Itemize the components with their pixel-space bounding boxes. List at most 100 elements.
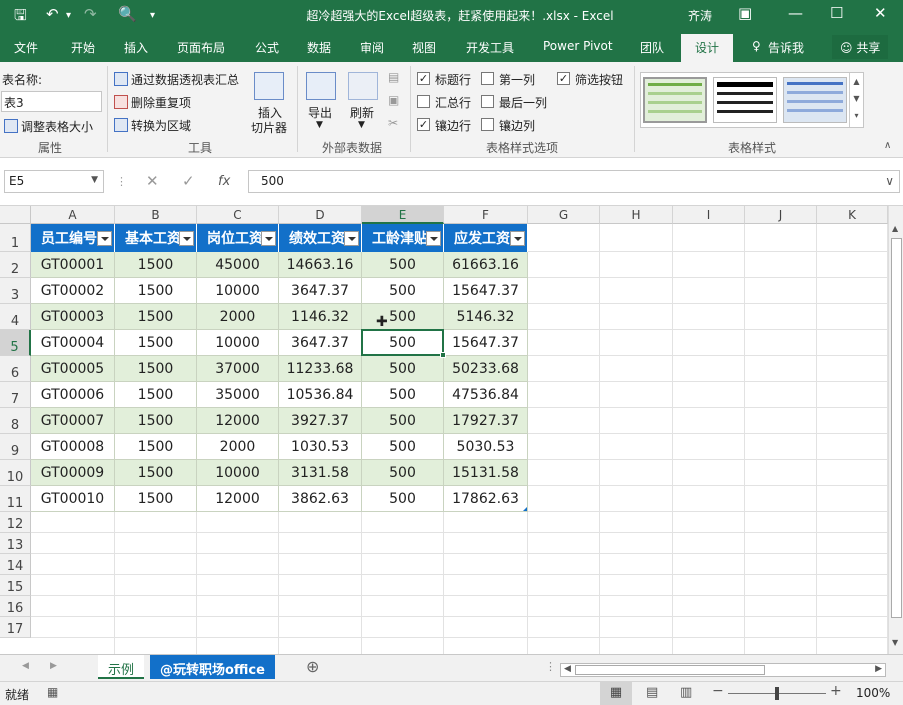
save-icon[interactable]: 🖫 bbox=[14, 5, 27, 30]
zoom-in-icon[interactable]: + bbox=[830, 683, 842, 699]
print-preview-icon[interactable]: 🔍 bbox=[118, 5, 137, 23]
table-header-cell[interactable]: 工龄津贴 bbox=[362, 224, 444, 252]
style-black[interactable] bbox=[713, 77, 777, 123]
fill-handle[interactable] bbox=[440, 352, 446, 358]
scroll-left-icon[interactable]: ◀ bbox=[564, 664, 571, 674]
table-cell[interactable]: 15647.37 bbox=[444, 330, 528, 356]
sheet-tab-example[interactable]: 示例 bbox=[98, 655, 145, 679]
tab-design[interactable]: 设计 bbox=[681, 34, 734, 62]
table-cell[interactable]: 15647.37 bbox=[444, 278, 528, 304]
customize-toolbar-icon[interactable]: ▾ bbox=[150, 10, 155, 21]
collapse-ribbon-icon[interactable]: ∧ bbox=[884, 140, 891, 151]
table-cell[interactable]: 1500 bbox=[115, 408, 197, 434]
filter-dropdown-icon[interactable] bbox=[510, 231, 525, 246]
table-cell[interactable]: GT00004 bbox=[31, 330, 115, 356]
filter-dropdown-icon[interactable] bbox=[97, 231, 112, 246]
table-cell[interactable]: 1146.32 bbox=[279, 304, 362, 330]
tab-view[interactable]: 视图 bbox=[412, 39, 436, 56]
table-cell[interactable]: 5030.53 bbox=[444, 434, 528, 460]
table-cell[interactable]: GT00007 bbox=[31, 408, 115, 434]
horizontal-scroll-thumb[interactable] bbox=[575, 665, 765, 675]
page-layout-view-icon[interactable]: ▤ bbox=[646, 685, 658, 700]
table-cell[interactable]: 1500 bbox=[115, 330, 197, 356]
filter-dropdown-icon[interactable] bbox=[179, 231, 194, 246]
table-cell[interactable]: GT00005 bbox=[31, 356, 115, 382]
row-header-9[interactable]: 9 bbox=[0, 434, 31, 460]
insert-slicer-label-2[interactable]: 切片器 bbox=[251, 119, 287, 136]
zoom-slider-thumb[interactable] bbox=[775, 687, 779, 700]
refresh-button[interactable]: 刷新 bbox=[350, 104, 374, 121]
tab-power-pivot[interactable]: Power Pivot bbox=[543, 39, 613, 53]
row-header-17[interactable]: 17 bbox=[0, 617, 31, 638]
row-header-8[interactable]: 8 bbox=[0, 408, 31, 434]
tab-review[interactable]: 审阅 bbox=[360, 39, 384, 56]
table-cell[interactable]: 500 bbox=[362, 356, 444, 382]
gallery-scroll[interactable]: ▲ ▼ ▾ bbox=[849, 73, 863, 127]
row-header-15[interactable]: 15 bbox=[0, 575, 31, 596]
first-column-checkbox[interactable] bbox=[481, 72, 494, 85]
table-resize-handle[interactable] bbox=[523, 507, 527, 511]
table-cell[interactable]: GT00003 bbox=[31, 304, 115, 330]
page-break-view-icon[interactable]: ▥ bbox=[680, 685, 692, 700]
horizontal-scrollbar[interactable]: ◀ ▶ bbox=[560, 663, 886, 677]
tab-split-icon[interactable]: ⋮ bbox=[545, 660, 556, 673]
table-cell[interactable]: 45000 bbox=[197, 252, 279, 278]
zoom-level[interactable]: 100% bbox=[856, 686, 890, 700]
table-cell[interactable]: 3927.37 bbox=[279, 408, 362, 434]
table-cell[interactable]: GT00001 bbox=[31, 252, 115, 278]
table-cell[interactable]: 12000 bbox=[197, 486, 279, 512]
table-header-cell[interactable]: 员工编号 bbox=[31, 224, 115, 252]
resize-table-button[interactable]: 调整表格大小 bbox=[4, 118, 93, 135]
column-header-i[interactable]: I bbox=[673, 206, 745, 224]
tab-insert[interactable]: 插入 bbox=[124, 39, 148, 56]
table-cell[interactable]: 1500 bbox=[115, 460, 197, 486]
undo-icon[interactable]: ↶ bbox=[46, 5, 59, 23]
filter-button-checkbox[interactable]: ✓ bbox=[557, 72, 570, 85]
expand-formula-icon[interactable]: ∨ bbox=[885, 174, 894, 188]
close-icon[interactable]: ✕ bbox=[874, 4, 887, 22]
user-name[interactable]: 齐涛 bbox=[688, 7, 712, 24]
table-cell[interactable]: 3647.37 bbox=[279, 278, 362, 304]
tab-data[interactable]: 数据 bbox=[307, 39, 331, 56]
export-icon[interactable] bbox=[306, 72, 336, 100]
sheet-tab-office[interactable]: @玩转职场office bbox=[150, 655, 275, 679]
normal-view-icon[interactable]: ▦ bbox=[600, 682, 632, 705]
scroll-down-icon[interactable]: ▼ bbox=[892, 638, 898, 647]
table-cell[interactable]: 10000 bbox=[197, 278, 279, 304]
filter-dropdown-icon[interactable] bbox=[344, 231, 359, 246]
table-cell[interactable]: 5146.32 bbox=[444, 304, 528, 330]
table-header-cell[interactable]: 绩效工资 bbox=[279, 224, 362, 252]
table-cell[interactable]: 10000 bbox=[197, 460, 279, 486]
scroll-right-icon[interactable]: ▶ bbox=[875, 664, 882, 674]
filter-dropdown-icon[interactable] bbox=[261, 231, 276, 246]
export-dropdown-icon[interactable]: ▼ bbox=[316, 120, 323, 130]
table-cell[interactable]: 1500 bbox=[115, 434, 197, 460]
table-cell[interactable]: 2000 bbox=[197, 434, 279, 460]
table-cell[interactable]: 1500 bbox=[115, 278, 197, 304]
table-cell[interactable]: GT00002 bbox=[31, 278, 115, 304]
table-name-input[interactable]: 表3 bbox=[1, 91, 102, 112]
zoom-out-icon[interactable]: − bbox=[712, 683, 724, 699]
row-header-3[interactable]: 3 bbox=[0, 278, 31, 304]
header-row-checkbox[interactable]: ✓ bbox=[417, 72, 430, 85]
table-cell[interactable]: 500 bbox=[362, 304, 444, 330]
vertical-scrollbar[interactable]: ▲ ▼ bbox=[888, 206, 903, 654]
tab-home[interactable]: 开始 bbox=[71, 39, 95, 56]
convert-to-range-button[interactable]: 转换为区域 bbox=[114, 117, 191, 134]
tab-file[interactable]: 文件 bbox=[14, 39, 38, 56]
table-cell[interactable]: 50233.68 bbox=[444, 356, 528, 382]
column-header-f[interactable]: F bbox=[444, 206, 528, 224]
table-cell[interactable]: 61663.16 bbox=[444, 252, 528, 278]
table-cell[interactable]: 500 bbox=[362, 434, 444, 460]
table-cell[interactable]: 3647.37 bbox=[279, 330, 362, 356]
export-button[interactable]: 导出 bbox=[308, 104, 332, 121]
tab-formulas[interactable]: 公式 bbox=[255, 39, 279, 56]
style-blue-light[interactable] bbox=[783, 77, 847, 123]
table-cell[interactable]: 10000 bbox=[197, 330, 279, 356]
table-cell[interactable]: 500 bbox=[362, 486, 444, 512]
insert-function-icon[interactable]: fx bbox=[218, 174, 230, 189]
slicer-icon[interactable] bbox=[254, 72, 284, 100]
table-cell[interactable]: 2000 bbox=[197, 304, 279, 330]
tell-me-icon[interactable]: ♀ bbox=[752, 39, 761, 53]
table-cell[interactable]: 1500 bbox=[115, 486, 197, 512]
